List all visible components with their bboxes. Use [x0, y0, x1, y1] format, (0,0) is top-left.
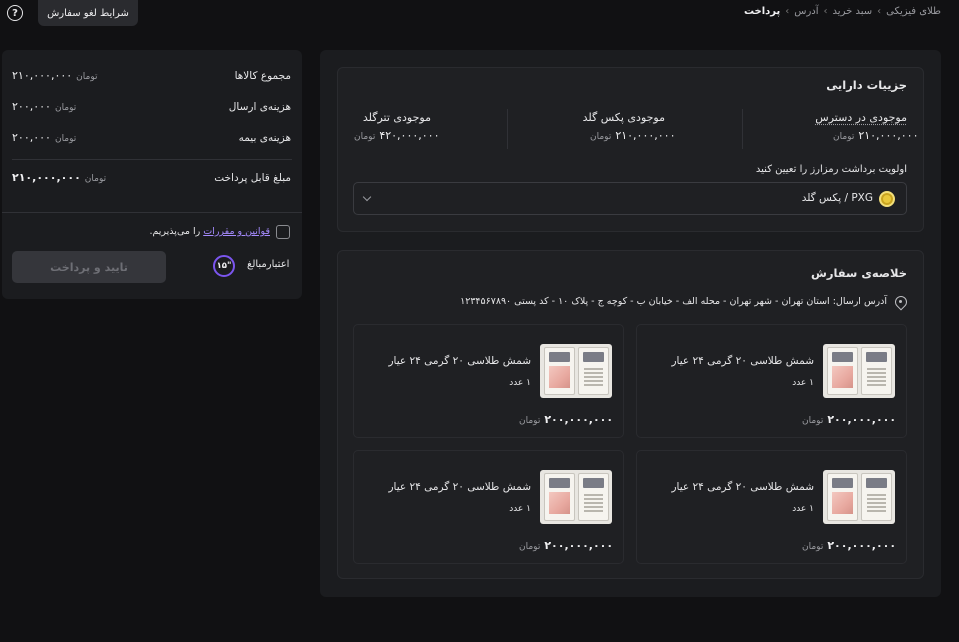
withdraw-priority-label: اولویت برداشت رمزارز را تعیین کنید: [755, 164, 907, 175]
terms-suffix: را می‌پذیریم.: [149, 226, 201, 237]
terms-checkbox[interactable]: [276, 225, 290, 239]
available-balance-label: موجودی در دسترس: [815, 111, 907, 124]
currency-unit: تومان: [54, 103, 77, 113]
cancel-terms-button[interactable]: شرایط لغو سفارش: [38, 0, 138, 26]
confirm-and-pay-button[interactable]: تایید و پرداخت: [12, 251, 166, 283]
product-name: شمش طلاسی ۲۰ گرمی ۲۴ عیار: [388, 481, 531, 493]
summary-divider: [12, 159, 292, 160]
product-price: تومان ۲۰۰,۰۰۰,۰۰۰: [519, 413, 613, 426]
insurance-cost-amount: ۲۰۰,۰۰۰: [12, 131, 51, 144]
currency-unit: تومان: [833, 132, 855, 142]
product-quantity: ۱ عدد: [792, 378, 814, 388]
balance-separator: [742, 109, 743, 149]
payable-amount: ۲۱۰,۰۰۰,۰۰۰: [12, 171, 81, 184]
paxgold-balance-value: تومان ۲۱۰,۰۰۰,۰۰۰: [590, 129, 676, 142]
currency-unit: تومان: [519, 542, 541, 552]
help-icon[interactable]: ?: [7, 5, 23, 21]
product-quantity: ۱ عدد: [509, 504, 531, 514]
tethergold-balance-amount: ۴۲۰,۰۰۰,۰۰۰: [379, 129, 440, 142]
available-balance-amount: ۲۱۰,۰۰۰,۰۰۰: [858, 129, 919, 142]
terms-link[interactable]: قوانین و مقررات: [203, 226, 270, 237]
breadcrumb-separator-icon: ›: [785, 6, 790, 17]
currency-unit: تومان: [354, 132, 376, 142]
product-price: تومان ۲۰۰,۰۰۰,۰۰۰: [802, 413, 896, 426]
paxgold-coin-icon: [879, 191, 895, 207]
paxgold-balance-amount: ۲۱۰,۰۰۰,۰۰۰: [615, 129, 676, 142]
breadcrumb-payment: پرداخت: [743, 6, 781, 17]
items-total-amount: ۲۱۰,۰۰۰,۰۰۰: [12, 69, 73, 82]
insurance-cost-label: هزینه‌ی بیمه: [238, 132, 291, 144]
items-total-value: ۲۱۰,۰۰۰,۰۰۰ تومان: [12, 69, 98, 82]
currency-unit: تومان: [76, 72, 98, 82]
currency-unit: تومان: [54, 134, 77, 144]
paxgold-balance-label: موجودی پکس گلد: [582, 111, 665, 124]
breadcrumb-separator-icon: ›: [877, 6, 882, 17]
product-price-amount: ۲۰۰,۰۰۰,۰۰۰: [544, 413, 614, 426]
product-image: [540, 344, 612, 398]
shipping-cost-value: ۲۰۰,۰۰۰ تومان: [12, 100, 76, 113]
tethergold-balance-label: موجودی تترگلد: [362, 111, 431, 124]
breadcrumb-address[interactable]: آدرس: [794, 6, 818, 17]
product-price-amount: ۲۰۰,۰۰۰,۰۰۰: [827, 413, 897, 426]
balance-separator: [507, 109, 508, 149]
shipping-address-text: استان تهران - شهر تهران - محله الف - خیا…: [460, 296, 830, 307]
product-name: شمش طلاسی ۲۰ گرمی ۲۴ عیار: [671, 355, 814, 367]
order-summary-title: خلاصه‌ی سفارش: [810, 266, 907, 280]
insurance-cost-value: ۲۰۰,۰۰۰ تومان: [12, 131, 76, 144]
product-price: تومان ۲۰۰,۰۰۰,۰۰۰: [802, 539, 896, 552]
breadcrumb: طلای فیزیکی › سبد خرید › آدرس › پرداخت: [744, 6, 941, 17]
asset-details-title: جزییات دارایی: [826, 78, 907, 92]
shipping-cost-amount: ۲۰۰,۰۰۰: [12, 100, 51, 113]
currency-unit: تومان: [519, 416, 541, 426]
product-quantity: ۱ عدد: [792, 504, 814, 514]
currency-unit: تومان: [84, 174, 107, 184]
product-quantity: ۱ عدد: [509, 378, 531, 388]
currency-unit: تومان: [802, 416, 824, 426]
payable-amount-value: ۲۱۰,۰۰۰,۰۰۰ تومان: [12, 171, 106, 184]
breadcrumb-cart[interactable]: سبد خرید: [833, 6, 873, 17]
product-image: [823, 344, 895, 398]
product-image: [823, 470, 895, 524]
validity-timer: ۱۵": [213, 255, 235, 277]
product-image: [540, 470, 612, 524]
currency-unit: تومان: [802, 542, 824, 552]
payable-amount-label: مبلغ قابل پرداخت: [214, 172, 291, 184]
product-price: تومان ۲۰۰,۰۰۰,۰۰۰: [519, 539, 613, 552]
terms-text: قوانین و مقررات را می‌پذیریم.: [149, 226, 270, 237]
available-balance-value: تومان ۲۱۰,۰۰۰,۰۰۰: [833, 129, 919, 142]
shipping-address: آدرس ارسال: استان تهران - شهر تهران - مح…: [460, 296, 887, 307]
amount-validity-label: اعتبارمبالغ: [247, 259, 290, 270]
location-pin-icon: [894, 296, 906, 308]
shipping-address-label: آدرس ارسال:: [832, 296, 887, 307]
product-name: شمش طلاسی ۲۰ گرمی ۲۴ عیار: [388, 355, 531, 367]
currency-unit: تومان: [590, 132, 612, 142]
product-price-amount: ۲۰۰,۰۰۰,۰۰۰: [827, 539, 897, 552]
breadcrumb-physical-gold[interactable]: طلای فیزیکی: [886, 6, 941, 17]
tethergold-balance-value: تومان ۴۲۰,۰۰۰,۰۰۰: [354, 129, 440, 142]
withdraw-priority-selected: پکس گلد / PXG: [801, 192, 873, 204]
items-total-label: مجموع کالاها: [234, 70, 291, 82]
shipping-cost-label: هزینه‌ی ارسال: [228, 101, 291, 113]
panel-divider: [2, 212, 302, 213]
product-name: شمش طلاسی ۲۰ گرمی ۲۴ عیار: [671, 481, 814, 493]
breadcrumb-separator-icon: ›: [823, 6, 828, 17]
product-price-amount: ۲۰۰,۰۰۰,۰۰۰: [544, 539, 614, 552]
